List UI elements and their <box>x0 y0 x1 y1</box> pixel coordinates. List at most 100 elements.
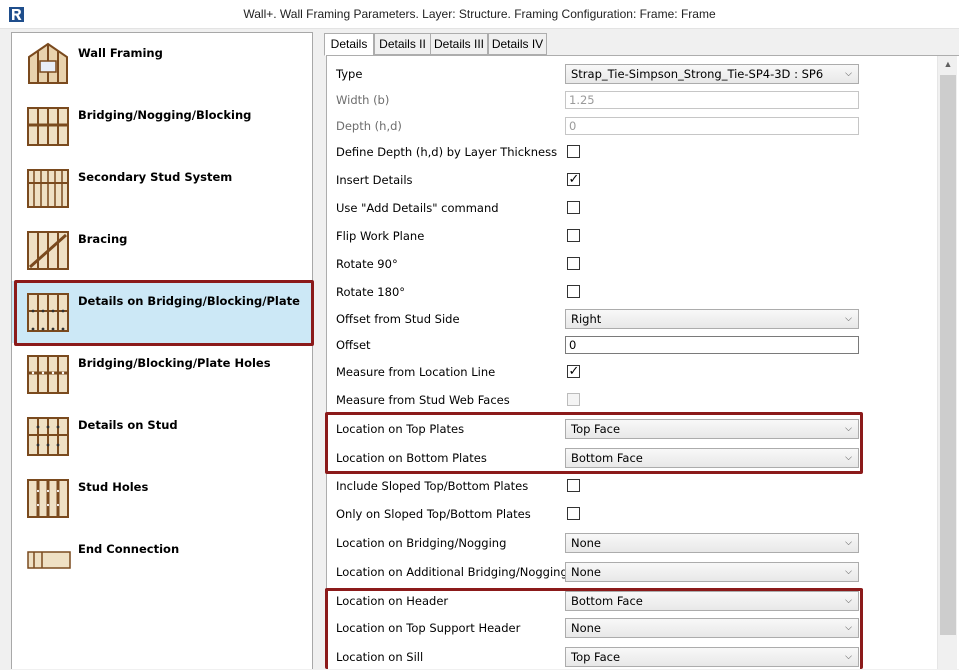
row-only-sloped: Only on Sloped Top/Bottom Plates <box>327 501 939 527</box>
loc-header-label: Location on Header <box>336 594 449 608</box>
end-connection-icon <box>27 551 71 569</box>
nav-item-wall-framing[interactable]: Wall Framing <box>12 33 312 95</box>
add-details-label: Use "Add Details" command <box>336 201 499 215</box>
plate-holes-icon <box>27 355 69 394</box>
row-loc-bridging: Location on Bridging/Nogging None ⌵ <box>327 530 939 556</box>
nav-label: Bracing <box>78 232 128 246</box>
depth-field: 0 <box>565 117 859 135</box>
nav-label: Stud Holes <box>78 480 149 494</box>
row-offset: Offset 0 <box>327 332 939 358</box>
nav-label: Bridging/Blocking/Plate Holes <box>78 356 271 370</box>
row-insert-details: Insert Details ✓ <box>327 167 939 193</box>
add-details-checkbox[interactable] <box>567 201 580 214</box>
offset-side-dropdown[interactable]: Right ⌵ <box>565 309 859 329</box>
nav-label: End Connection <box>78 542 180 556</box>
rotate180-checkbox[interactable] <box>567 285 580 298</box>
bracing-icon <box>27 231 69 270</box>
loc-top-plates-label: Location on Top Plates <box>336 422 465 436</box>
loc-header-value: Bottom Face <box>571 594 643 608</box>
chevron-down-icon: ⌵ <box>845 424 852 434</box>
type-label: Type <box>336 67 363 81</box>
type-dropdown[interactable]: Strap_Tie-Simpson_Strong_Tie-SP4-3D : SP… <box>565 64 859 84</box>
nav-label: Secondary Stud System <box>78 170 233 184</box>
loc-bottom-plates-dropdown[interactable]: Bottom Face ⌵ <box>565 448 859 468</box>
tab-details[interactable]: Details <box>324 33 374 56</box>
row-depth: Depth (h,d) 0 <box>327 113 939 139</box>
chevron-down-icon: ⌵ <box>845 538 852 548</box>
depth-label: Depth (h,d) <box>336 119 402 133</box>
nav-item-secondary-stud[interactable]: Secondary Stud System <box>12 157 312 219</box>
row-loc-top-support: Location on Top Support Header None ⌵ <box>327 615 939 641</box>
chevron-down-icon: ⌵ <box>845 652 852 662</box>
measure-web-label: Measure from Stud Web Faces <box>336 393 510 407</box>
nav-item-bridging[interactable]: Bridging/Nogging/Blocking <box>12 95 312 157</box>
include-sloped-checkbox[interactable] <box>567 479 580 492</box>
tab-details-iv[interactable]: Details IV <box>488 33 547 55</box>
rotate180-label: Rotate 180° <box>336 285 406 299</box>
include-sloped-label: Include Sloped Top/Bottom Plates <box>336 479 529 493</box>
loc-sill-dropdown[interactable]: Top Face ⌵ <box>565 647 859 667</box>
loc-bridging-value: None <box>571 536 602 550</box>
nav-item-stud-holes[interactable]: Stud Holes <box>12 467 312 529</box>
details-bridging-icon <box>27 293 69 332</box>
check-icon: ✓ <box>568 171 580 186</box>
row-include-sloped: Include Sloped Top/Bottom Plates <box>327 473 939 499</box>
nav-item-details-stud[interactable]: Details on Stud <box>12 405 312 467</box>
bridging-icon <box>27 107 69 146</box>
title-bar: Wall+. Wall Framing Parameters. Layer: S… <box>0 0 959 29</box>
loc-add-bridging-dropdown[interactable]: None ⌵ <box>565 562 859 582</box>
row-loc-top-plates: Location on Top Plates Top Face ⌵ <box>327 416 939 442</box>
loc-sill-label: Location on Sill <box>336 650 424 664</box>
chevron-down-icon: ⌵ <box>845 567 852 577</box>
loc-top-plates-dropdown[interactable]: Top Face ⌵ <box>565 419 859 439</box>
measure-location-checkbox[interactable]: ✓ <box>567 363 580 378</box>
offset-field[interactable]: 0 <box>565 336 859 354</box>
nav-label: Bridging/Nogging/Blocking <box>78 108 252 122</box>
row-loc-bottom-plates: Location on Bottom Plates Bottom Face ⌵ <box>327 445 939 471</box>
insert-details-label: Insert Details <box>336 173 413 187</box>
scroll-thumb[interactable] <box>940 75 956 635</box>
row-flip-work-plane: Flip Work Plane <box>327 223 939 249</box>
define-depth-label: Define Depth (h,d) by Layer Thickness <box>336 145 558 159</box>
nav-item-details-bridging[interactable]: Details on Bridging/Blocking/Plate <box>12 281 312 343</box>
property-grid: Type Strap_Tie-Simpson_Strong_Tie-SP4-3D… <box>326 55 959 669</box>
row-type: Type Strap_Tie-Simpson_Strong_Tie-SP4-3D… <box>327 61 939 87</box>
row-rotate180: Rotate 180° <box>327 279 939 305</box>
offset-side-label: Offset from Stud Side <box>336 312 460 326</box>
loc-top-plates-value: Top Face <box>571 422 621 436</box>
flip-work-plane-checkbox[interactable] <box>567 229 580 242</box>
only-sloped-label: Only on Sloped Top/Bottom Plates <box>336 507 531 521</box>
define-depth-checkbox[interactable] <box>567 145 580 158</box>
scroll-up-arrow-icon[interactable]: ▲ <box>938 56 958 73</box>
chevron-down-icon: ⌵ <box>845 596 852 606</box>
chevron-down-icon: ⌵ <box>845 453 852 463</box>
nav-item-plate-holes[interactable]: Bridging/Blocking/Plate Holes <box>12 343 312 405</box>
rotate90-label: Rotate 90° <box>336 257 398 271</box>
wall-framing-icon <box>28 42 68 84</box>
loc-bottom-plates-value: Bottom Face <box>571 451 643 465</box>
only-sloped-checkbox[interactable] <box>567 507 580 520</box>
row-loc-sill: Location on Sill Top Face ⌵ <box>327 644 939 670</box>
details-stud-icon <box>27 417 69 456</box>
measure-web-checkbox <box>567 393 580 406</box>
category-list: Wall Framing Bridging/Nogging/Blocking S… <box>11 32 313 669</box>
tab-details-iii[interactable]: Details III <box>430 33 488 55</box>
loc-bottom-plates-label: Location on Bottom Plates <box>336 451 487 465</box>
nav-item-bracing[interactable]: Bracing <box>12 219 312 281</box>
rotate90-checkbox[interactable] <box>567 257 580 270</box>
type-value: Strap_Tie-Simpson_Strong_Tie-SP4-3D : SP… <box>571 67 824 81</box>
loc-bridging-dropdown[interactable]: None ⌵ <box>565 533 859 553</box>
vertical-scrollbar[interactable]: ▲ <box>937 56 957 669</box>
nav-label: Wall Framing <box>78 46 163 60</box>
window-title: Wall+. Wall Framing Parameters. Layer: S… <box>243 7 716 21</box>
width-label: Width (b) <box>336 93 390 107</box>
loc-add-bridging-label: Location on Additional Bridging/Nogging <box>336 565 568 579</box>
loc-top-support-dropdown[interactable]: None ⌵ <box>565 618 859 638</box>
nav-item-end-connection[interactable]: End Connection <box>12 529 312 591</box>
row-add-details: Use "Add Details" command <box>327 195 939 221</box>
flip-work-plane-label: Flip Work Plane <box>336 229 425 243</box>
chevron-down-icon: ⌵ <box>845 69 852 79</box>
insert-details-checkbox[interactable]: ✓ <box>567 171 580 186</box>
loc-header-dropdown[interactable]: Bottom Face ⌵ <box>565 591 859 611</box>
tab-details-ii[interactable]: Details II <box>374 33 431 55</box>
